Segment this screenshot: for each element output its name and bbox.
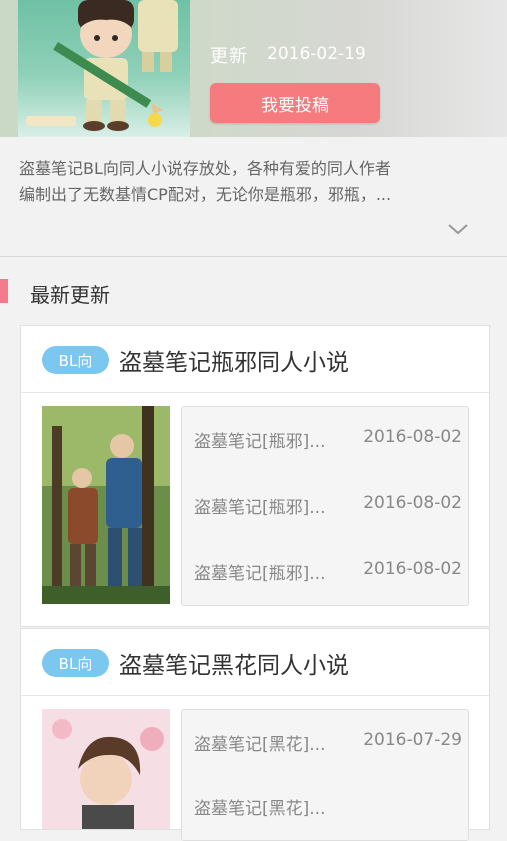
list-item[interactable]: 盗墓笔记[黑花]...: [194, 794, 462, 819]
item-title[interactable]: 盗墓笔记[瓶邪]...: [194, 493, 340, 518]
list-item[interactable]: 盗墓笔记[黑花]... 2016-07-29: [194, 730, 462, 755]
divider: [0, 256, 507, 257]
card-header[interactable]: BL向 盗墓笔记瓶邪同人小说: [21, 326, 489, 393]
update-date: 2016-02-19: [267, 44, 366, 64]
list-item[interactable]: 盗墓笔记[瓶邪]... 2016-08-02: [194, 427, 462, 452]
submit-button[interactable]: 我要投稿: [210, 83, 380, 123]
genre-tag: BL向: [42, 649, 109, 677]
item-date: 2016-08-02: [363, 427, 462, 447]
update-label: 更新: [210, 46, 248, 67]
cover-thumbnail[interactable]: [42, 709, 170, 829]
header-banner: 更新 2016-02-19 我要投稿: [0, 0, 507, 137]
item-date: 2016-08-02: [363, 559, 462, 579]
cover-thumbnail[interactable]: [42, 406, 170, 604]
section-accent-bar: [0, 279, 8, 303]
item-title[interactable]: 盗墓笔记[瓶邪]...: [194, 559, 340, 584]
item-title[interactable]: 盗墓笔记[黑花]...: [194, 794, 340, 819]
card-title[interactable]: 盗墓笔记黑花同人小说: [119, 646, 349, 680]
item-date: 2016-07-29: [363, 730, 462, 750]
collection-description: 盗墓笔记BL向同人小说存放处，各种有爱的同人作者 编制出了无数基情CP配对，无论…: [19, 156, 489, 208]
novel-card[interactable]: BL向 盗墓笔记瓶邪同人小说 盗墓笔记[瓶邪]... 2016-08-02 盗墓…: [20, 325, 490, 627]
item-title[interactable]: 盗墓笔记[黑花]...: [194, 730, 340, 755]
list-item[interactable]: 盗墓笔记[瓶邪]... 2016-08-02: [194, 493, 462, 518]
section-title: 最新更新: [30, 283, 110, 307]
chapter-list: 盗墓笔记[瓶邪]... 2016-08-02 盗墓笔记[瓶邪]... 2016-…: [181, 406, 469, 606]
cover-illustration: [18, 0, 190, 137]
description-line: 盗墓笔记BL向同人小说存放处，各种有爱的同人作者: [19, 159, 391, 178]
card-header[interactable]: BL向 盗墓笔记黑花同人小说: [21, 629, 489, 696]
description-line: 编制出了无数基情CP配对，无论你是瓶邪，邪瓶，...: [19, 185, 392, 204]
chevron-down-icon[interactable]: [446, 220, 470, 238]
card-title[interactable]: 盗墓笔记瓶邪同人小说: [119, 343, 349, 377]
chapter-list: 盗墓笔记[黑花]... 2016-07-29 盗墓笔记[黑花]...: [181, 709, 469, 841]
item-date: 2016-08-02: [363, 493, 462, 513]
genre-tag: BL向: [42, 346, 109, 374]
item-title[interactable]: 盗墓笔记[瓶邪]...: [194, 427, 340, 452]
list-item[interactable]: 盗墓笔记[瓶邪]... 2016-08-02: [194, 559, 462, 584]
